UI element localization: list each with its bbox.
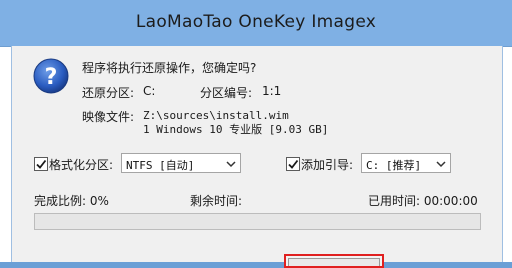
format-partition-label: 格式化分区: (49, 158, 114, 172)
add-boot-label: 添加引导: (301, 158, 354, 172)
boot-drive-value: C: [推荐] (366, 159, 422, 172)
boot-drive-select[interactable]: C: [推荐] (361, 153, 451, 173)
format-filesystem-value: NTFS [自动] (126, 159, 195, 172)
confirm-button[interactable] (284, 254, 384, 268)
completion-percentage: 完成比例: 0% (34, 194, 109, 208)
partition-number-label: 分区编号: (200, 86, 256, 100)
elapsed-time: 已用时间: 00:00:00 (368, 194, 478, 208)
question-icon: ? (33, 58, 69, 94)
restore-partition-label: 还原分区: (82, 86, 138, 100)
confirm-question: 程序将执行还原操作，您确定吗? (82, 61, 257, 75)
svg-text:?: ? (45, 65, 58, 90)
chevron-down-icon (226, 161, 236, 168)
partition-number-value: 1:1 (262, 84, 282, 98)
checkmark-icon (288, 159, 299, 169)
format-filesystem-select[interactable]: NTFS [自动] (121, 153, 241, 173)
window-title: LaoMaoTao OneKey Imagex (135, 12, 377, 32)
format-partition-checkbox[interactable] (34, 157, 48, 171)
title-bar[interactable]: LaoMaoTao OneKey Imagex (0, 0, 512, 47)
confirm-button-face (288, 258, 380, 266)
image-file-label: 映像文件: (82, 110, 138, 124)
remaining-time-label: 剩余时间: (190, 194, 243, 208)
progress-bar (34, 213, 481, 230)
dialog-window: LaoMaoTao OneKey Imagex ? 程序将执行还原操作，您确定吗… (0, 0, 512, 268)
restore-partition-value: C: (143, 84, 156, 98)
image-file-description: 1 Windows 10 专业版 [9.03 GB] (143, 123, 329, 136)
checkmark-icon (36, 159, 47, 169)
add-boot-checkbox[interactable] (286, 157, 300, 171)
chevron-down-icon (436, 161, 446, 168)
